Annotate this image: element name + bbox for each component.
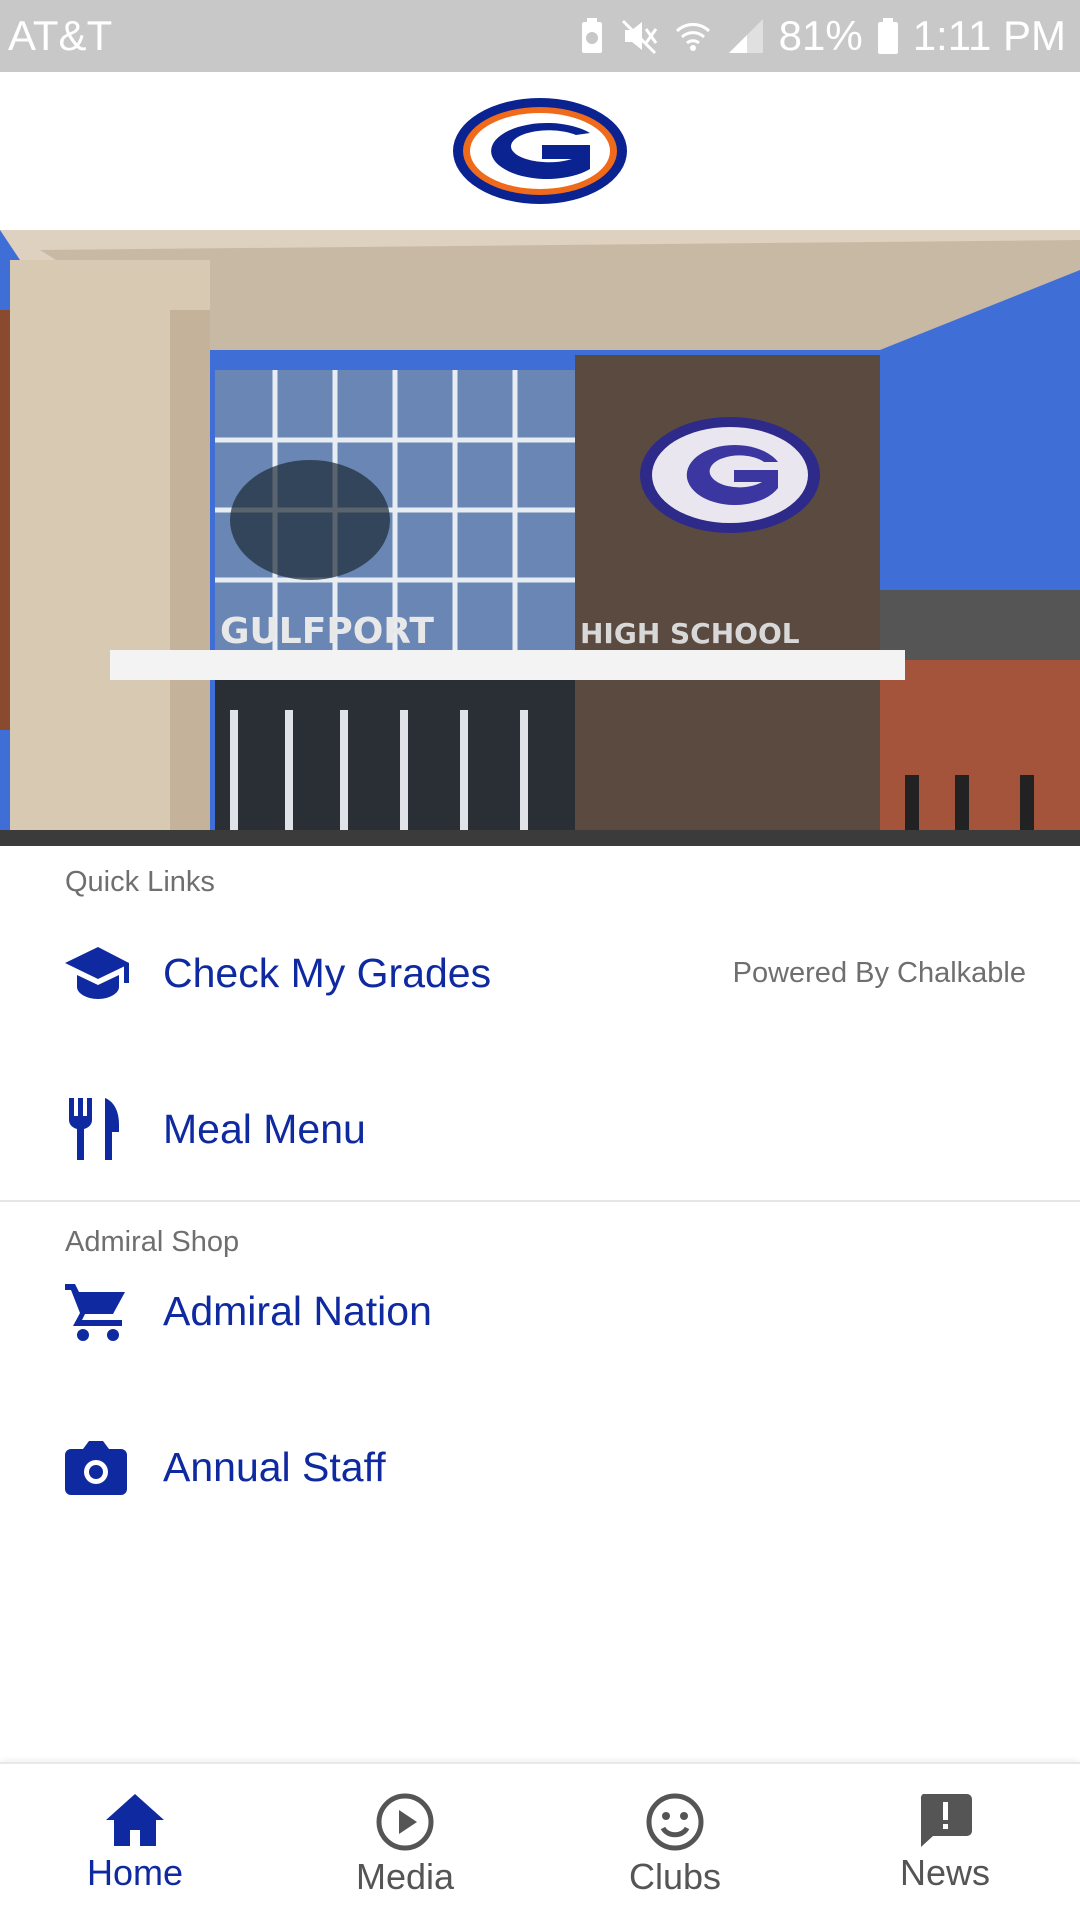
sign-left-text: GULFPORT [220,611,434,652]
link-meal-menu[interactable]: Meal Menu [0,1074,1080,1184]
section-divider [0,1200,1080,1202]
smiley-icon [646,1793,704,1851]
alert-bubble-icon [920,1794,972,1847]
carrier-label: AT&T [8,12,113,59]
clock: 1:11 PM [912,12,1066,59]
section-title-admiral-shop: Admiral Shop [65,1226,240,1258]
link-label: Admiral Nation [163,1287,432,1334]
graduation-cap-icon [65,939,133,1007]
nav-news[interactable]: News [810,1764,1080,1920]
home-icon [106,1794,164,1846]
signal-icon [728,19,763,53]
nav-clubs[interactable]: Clubs [540,1764,810,1920]
wifi-icon [675,23,710,51]
battery-icon [877,18,898,54]
play-circle-icon [376,1793,434,1851]
powered-by-note: Powered By Chalkable [732,956,1026,989]
battery-saver-icon [581,18,602,53]
bottom-nav: Home Media Clubs News [0,1762,1080,1920]
nav-label: Media [355,1856,455,1897]
nav-label: Home [86,1852,184,1893]
section-title-quick-links: Quick Links [65,866,215,898]
fork-knife-icon [65,1095,133,1163]
link-label: Annual Staff [163,1443,386,1490]
logo-letter: G [450,95,451,96]
app-header: G [0,72,1080,230]
link-label: Check My Grades [163,949,492,996]
hero-image: GULFPORT HIGH SCHOOL [0,230,1080,846]
camera-icon [65,1433,133,1501]
link-check-my-grades[interactable]: Check My Grades Powered By Chalkable [0,918,1080,1028]
school-logo: G [450,95,627,204]
mute-icon [621,19,657,55]
link-annual-staff[interactable]: Annual Staff [0,1412,1080,1522]
cart-icon [65,1277,133,1345]
link-label: Meal Menu [163,1105,366,1152]
link-admiral-nation[interactable]: Admiral Nation [0,1256,1080,1366]
status-bar: AT&T 81% 1:11 PM [0,0,1080,72]
battery-percent: 81% [778,12,863,59]
nav-home[interactable]: Home [0,1764,270,1920]
sign-right-text: HIGH SCHOOL [580,617,800,650]
status-icons: 81% 1:11 PM [579,12,1066,60]
nav-label: Clubs [628,1856,722,1897]
nav-media[interactable]: Media [270,1764,540,1920]
nav-label: News [899,1852,991,1893]
